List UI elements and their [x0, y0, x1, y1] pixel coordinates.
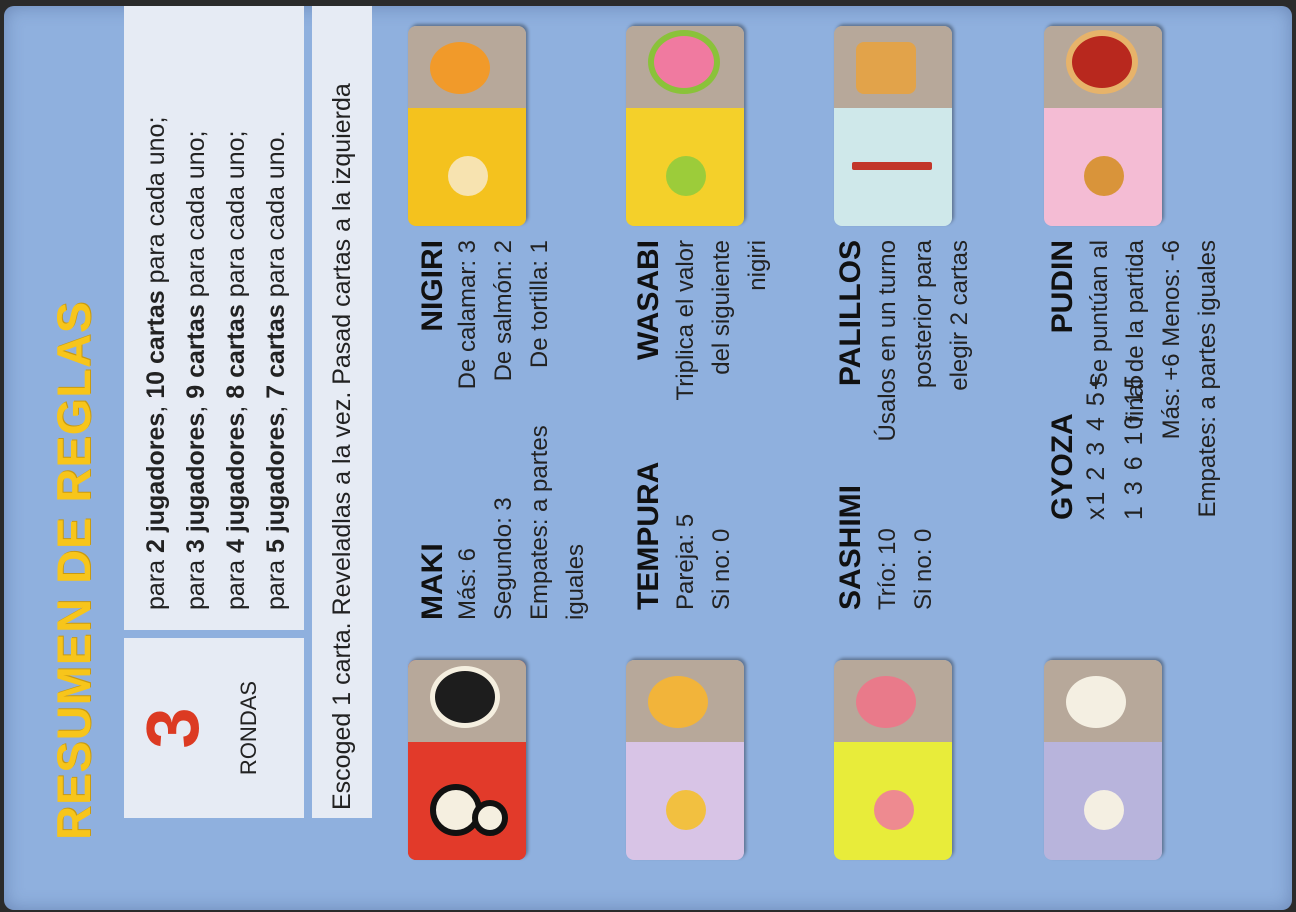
sashimi-name: SASHIMI — [834, 484, 867, 610]
sashimi-desc: Trío: 10 Si no: 0 — [874, 528, 937, 610]
rules-plane: RESUMEN DE REGLAS 3 RONDAS para 2 jugado… — [4, 6, 1292, 910]
palillos-name: PALILLOS — [834, 240, 867, 387]
tempura-card-image — [626, 660, 744, 860]
pudin-card-image — [1044, 26, 1162, 226]
turn-rule: Escoged 1 carta. Reveladlas a la vez. Pa… — [312, 6, 372, 818]
players-row: para 2 jugadores, 10 cartas para cada un… — [142, 116, 170, 610]
wasabi-name: WASABI — [632, 240, 665, 360]
nigiri-name: NIGIRI — [416, 240, 449, 332]
maki-name: MAKI — [416, 543, 449, 620]
rounds-box: 3 RONDAS — [124, 638, 304, 818]
nigiri-desc: De calamar: 3 De salmón: 2 De tortilla: … — [454, 240, 553, 390]
nigiri-card-image — [408, 26, 526, 226]
tempura-desc: Pareja: 5 Si no: 0 — [672, 513, 735, 610]
players-row: para 3 jugadores, 9 cartas para cada uno… — [182, 130, 210, 611]
sashimi-card-image — [834, 660, 952, 860]
gyoza-card-image — [1044, 660, 1162, 860]
players-row: para 4 jugadores, 8 cartas para cada uno… — [222, 130, 250, 611]
wasabi-desc: Triplica el valor del siguiente nigiri — [672, 240, 771, 401]
maki-card-image — [408, 660, 526, 860]
players-row: para 5 jugadores, 7 cartas para cada uno… — [262, 130, 290, 611]
rules-card: RESUMEN DE REGLAS 3 RONDAS para 2 jugado… — [4, 6, 1292, 910]
title: RESUMEN DE REGLAS — [47, 300, 100, 840]
palillos-desc: Úsalos en un turno posterior para elegir… — [874, 240, 973, 442]
rounds-number: 3 — [131, 707, 214, 749]
palillos-card-image — [834, 26, 952, 226]
players-box: para 2 jugadores, 10 cartas para cada un… — [124, 6, 304, 630]
pudin-desc: Se puntúan al final de la partida Más: +… — [1086, 240, 1221, 518]
rounds-label: RONDAS — [236, 680, 261, 776]
wasabi-card-image — [626, 26, 744, 226]
pudin-name: PUDIN — [1046, 240, 1079, 334]
